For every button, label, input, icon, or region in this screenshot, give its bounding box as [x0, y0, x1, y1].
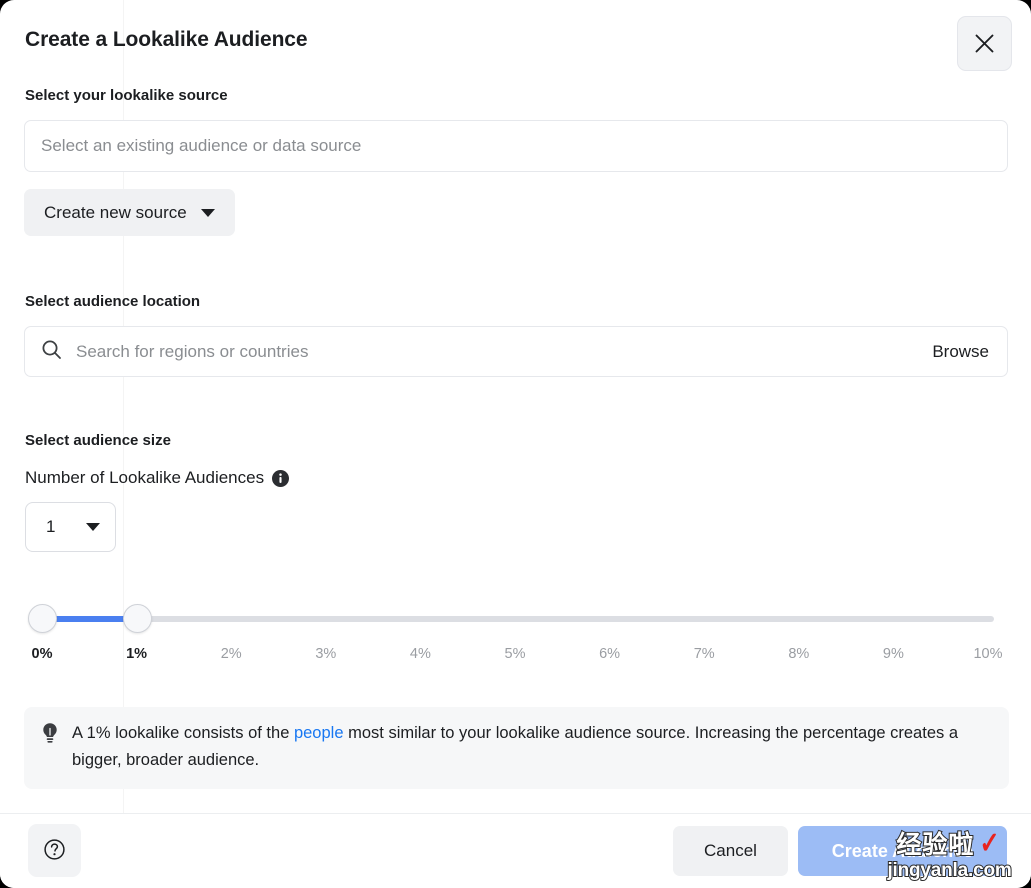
location-search-field[interactable]: Search for regions or countries Browse	[24, 326, 1008, 377]
search-icon	[41, 339, 62, 365]
browse-button[interactable]: Browse	[932, 342, 989, 362]
chevron-down-icon	[86, 523, 100, 531]
slider-handle-min[interactable]	[28, 604, 57, 633]
info-icon[interactable]	[272, 469, 290, 487]
slider-tick-labels: 0% 1% 2% 3% 4% 5% 6% 7% 8% 9% 10%	[0, 646, 1031, 670]
tip-box: A 1% lookalike consists of the people mo…	[24, 707, 1009, 789]
slider-track[interactable]	[42, 616, 994, 622]
chevron-down-icon	[200, 208, 215, 217]
number-of-audiences-select[interactable]: 1	[25, 502, 116, 552]
close-button[interactable]	[957, 16, 1012, 71]
tip-text: A 1% lookalike consists of the people mo…	[72, 720, 993, 789]
number-of-audiences-label: Number of Lookalike Audiences	[25, 468, 265, 487]
create-new-source-button[interactable]: Create new source	[24, 189, 235, 236]
slider-tick-5pct: 5%	[504, 646, 526, 662]
slider-tick-4pct: 4%	[409, 646, 431, 662]
slider-tick-2pct: 2%	[220, 646, 242, 662]
audience-size-slider[interactable]	[24, 600, 1009, 642]
page-title: Create a Lookalike Audience	[25, 28, 308, 51]
slider-handle-max[interactable]	[123, 604, 152, 633]
slider-tick-9pct: 9%	[882, 646, 904, 662]
tip-text-before: A 1% lookalike consists of the	[72, 724, 294, 742]
lightbulb-icon	[40, 722, 60, 789]
source-section-label: Select your lookalike source	[25, 87, 228, 104]
create-audience-button[interactable]: Create Audience	[798, 826, 1007, 876]
source-select[interactable]: Select an existing audience or data sour…	[24, 120, 1008, 172]
dialog-header: Create a Lookalike Audience	[0, 0, 1031, 86]
slider-tick-8pct: 8%	[788, 646, 810, 662]
location-search-placeholder: Search for regions or countries	[76, 341, 309, 361]
number-of-audiences-row: Number of Lookalike Audiences	[25, 468, 290, 488]
help-button[interactable]	[28, 824, 81, 877]
slider-tick-3pct: 3%	[315, 646, 337, 662]
people-link[interactable]: people	[294, 724, 344, 742]
dialog-footer: Cancel Create Audience	[0, 813, 1031, 888]
size-section-label: Select audience size	[25, 432, 171, 449]
number-of-audiences-value: 1	[46, 517, 56, 536]
cancel-button[interactable]: Cancel	[673, 826, 788, 876]
source-select-placeholder: Select an existing audience or data sour…	[41, 136, 362, 155]
slider-tick-0pct: 0%	[31, 646, 53, 662]
slider-tick-10pct: 10%	[973, 646, 1003, 662]
location-section-label: Select audience location	[25, 293, 201, 310]
slider-tick-1pct: 1%	[126, 646, 148, 662]
slider-tick-7pct: 7%	[693, 646, 715, 662]
close-icon	[974, 33, 995, 54]
slider-tick-6pct: 6%	[599, 646, 621, 662]
create-new-source-label: Create new source	[44, 202, 187, 222]
create-lookalike-audience-dialog: Create a Lookalike Audience Select your …	[0, 0, 1031, 888]
question-mark-circle-icon	[43, 838, 66, 864]
